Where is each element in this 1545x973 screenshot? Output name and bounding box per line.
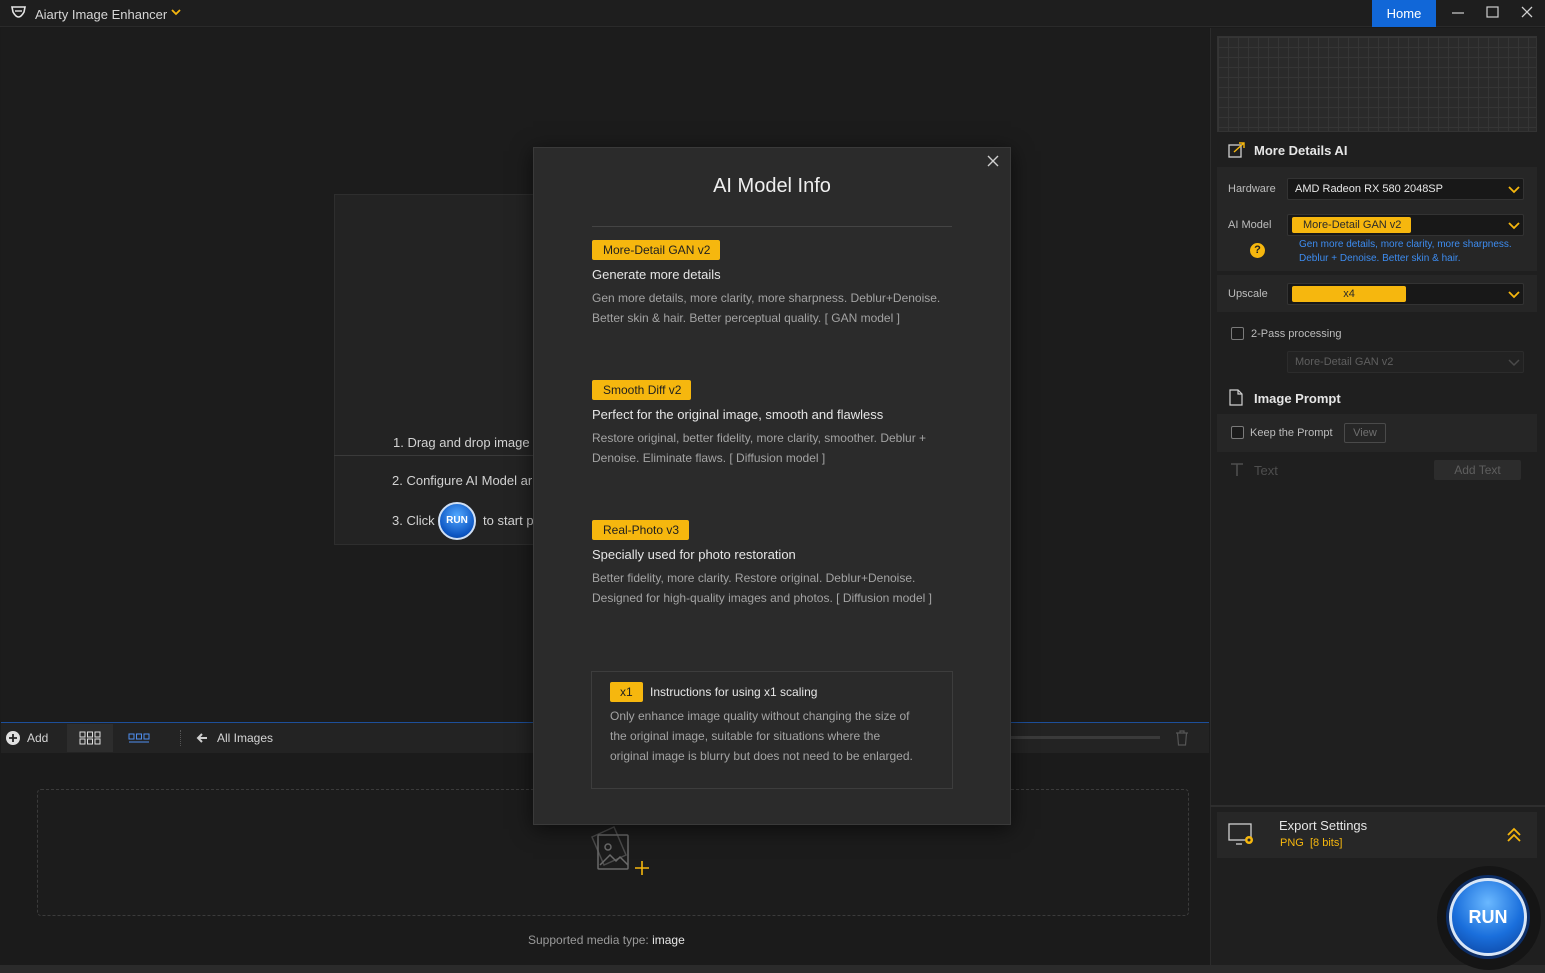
model-tag-smooth-diff: Smooth Diff v2 — [592, 380, 692, 400]
model-tag-real-photo: Real-Photo v3 — [592, 520, 690, 540]
model-subtitle: Perfect for the original image, smooth a… — [592, 407, 884, 422]
model-description-line-2: Designed for high-quality images and pho… — [592, 591, 932, 605]
model-description-line-1: Restore original, better fidelity, more … — [592, 431, 927, 445]
x1-line-3: original image is blurry but does not ne… — [610, 749, 913, 763]
dialog-title: AI Model Info — [713, 175, 831, 197]
x1-line-2: the original image, suitable for situati… — [610, 729, 881, 743]
dialog-divider — [592, 226, 952, 227]
model-subtitle: Generate more details — [592, 267, 721, 282]
model-description-line-2: Better skin & hair. Better perceptual qu… — [592, 311, 900, 325]
model-description-line-2: Denoise. Eliminate flaws. [ Diffusion mo… — [592, 451, 826, 465]
model-description-line-1: Gen more details, more clarity, more sha… — [592, 291, 941, 305]
x1-tag: x1 — [610, 682, 643, 702]
x1-line-1: Only enhance image quality without chang… — [610, 709, 910, 723]
close-icon[interactable] — [985, 153, 1001, 169]
model-description-line-1: Better fidelity, more clarity. Restore o… — [592, 571, 916, 585]
model-tag-more-detail: More-Detail GAN v2 — [592, 240, 721, 260]
model-subtitle: Specially used for photo restoration — [592, 547, 796, 562]
x1-title: Instructions for using x1 scaling — [650, 685, 818, 699]
